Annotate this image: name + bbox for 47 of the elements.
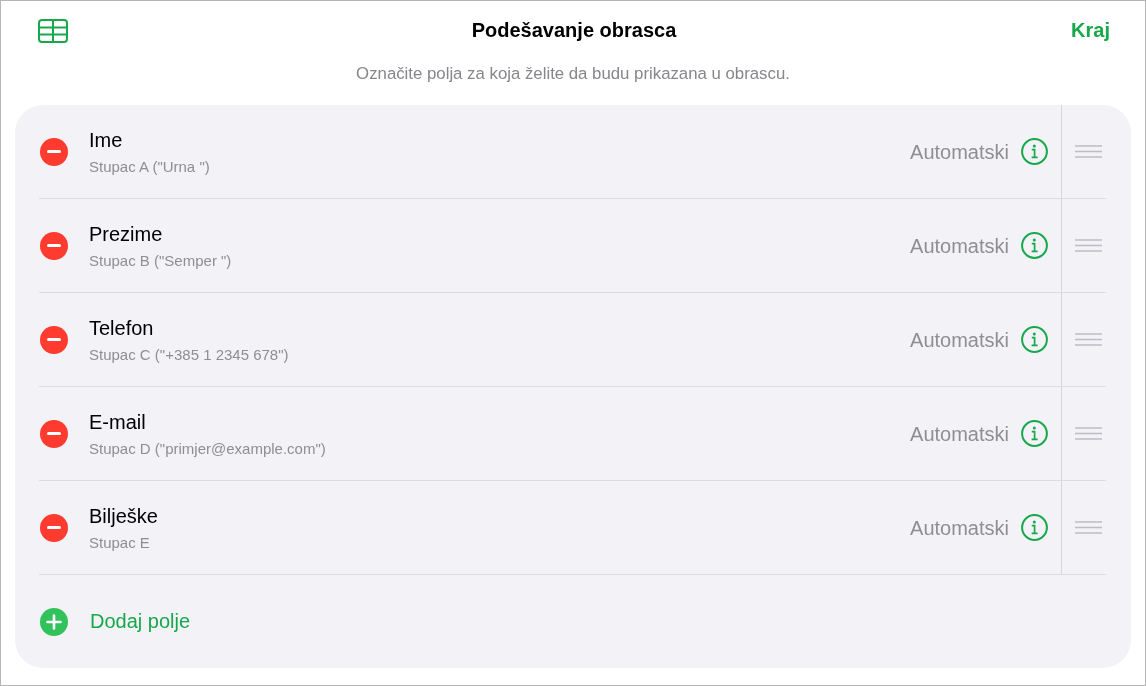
format-value: Automatski [910,139,1009,164]
remove-button[interactable] [40,513,68,542]
info-icon [1021,138,1048,165]
field-name: E-mail [89,409,146,434]
format-value: Automatski [910,421,1009,446]
drag-handle-icon[interactable] [1075,239,1102,252]
info-icon [1021,420,1048,447]
table-icon [38,18,68,43]
remove-button[interactable] [40,137,68,166]
field-name: Telefon [89,315,154,340]
format-value: Automatski [910,233,1009,258]
add-field-button[interactable]: Dodaj polje [40,607,191,636]
info-button[interactable] [1021,514,1048,541]
remove-button[interactable] [40,419,68,448]
field-name: Prezime [89,221,163,246]
info-button[interactable] [1021,138,1048,165]
field-source: Stupac C ("+385 1 2345 678") [89,345,289,364]
drag-handle-icon[interactable] [1075,145,1102,158]
plus-icon [40,607,68,636]
dialog-title: Podešavanje obrasca [471,19,677,42]
table-view-button[interactable] [38,18,68,43]
info-icon [1021,326,1048,353]
drag-handle-icon[interactable] [1075,521,1102,534]
format-value: Automatski [910,327,1009,352]
drag-handle-icon[interactable] [1075,333,1102,346]
info-button[interactable] [1021,232,1048,259]
instructions-text: Označite polja za koja želite da budu prikazana u obrascu. [356,63,790,85]
field-source: Stupac E [89,533,150,552]
info-button[interactable] [1021,420,1048,447]
minus-icon [47,526,61,529]
field-source: Stupac B ("Semper ") [89,251,232,270]
info-button[interactable] [1021,326,1048,353]
minus-icon [47,432,61,435]
drag-handle-icon[interactable] [1075,427,1102,440]
remove-button[interactable] [40,325,68,354]
minus-icon [47,150,61,153]
format-value: Automatski [910,515,1009,540]
info-icon [1021,232,1048,259]
done-button[interactable]: Kraj [1071,19,1110,42]
remove-button[interactable] [40,231,68,260]
field-name: Ime [89,127,123,152]
minus-icon [47,338,61,341]
field-source: Stupac D ("primjer@example.com") [89,439,326,458]
minus-icon [47,244,61,247]
info-icon [1021,514,1048,541]
field-name: Bilješke [89,503,158,528]
field-source: Stupac A ("Urna ") [89,157,210,176]
